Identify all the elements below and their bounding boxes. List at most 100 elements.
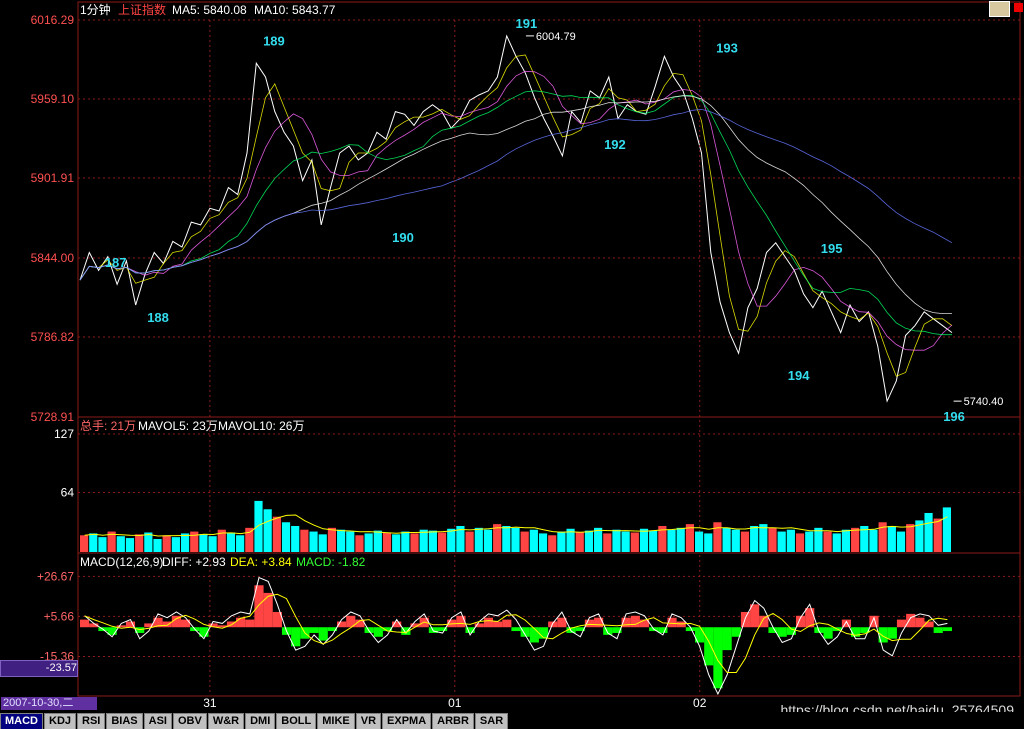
volume-bar [337,529,346,552]
annotation-5740.40: 5740.40 [964,396,1004,408]
date-label: 2007-10-30,二 [1,697,97,710]
wave-label-194: 194 [788,368,810,383]
wave-label-195: 195 [821,241,843,256]
volume-bar [511,527,520,552]
volume-bar [410,533,419,552]
ma5-line [79,54,953,377]
macd-bar [318,627,328,641]
volume-bar [318,534,327,552]
volume-bar [309,531,318,552]
tab-vr[interactable]: VR [355,713,382,729]
macd-bar [887,627,897,639]
volume-bar [245,527,254,552]
volume-bar [355,535,364,552]
tab-wr[interactable]: W&R [207,713,245,729]
macd-bar [236,617,246,628]
ma10-line [79,70,953,351]
volume-bar [382,532,392,552]
tab-arbr[interactable]: ARBR [432,713,474,729]
macd-bar [456,615,466,628]
volume-bar [437,532,447,552]
macd-bar [630,615,640,628]
volume-bar [89,533,98,552]
ma60-line [79,95,952,314]
price-tick-label: 5728.91 [31,410,75,424]
volume-total: 总手: 21万 [80,419,136,433]
tab-rsi[interactable]: RSI [77,713,106,729]
volume-bar [226,532,236,552]
macd-bar [245,619,255,628]
volume-bar [327,527,337,552]
volume-bar [694,531,704,552]
macd-bar [529,627,539,643]
index-name: 上证指数 [118,2,166,17]
price-tick-label: 5959.10 [31,92,75,106]
volume-tick-label: 127 [54,427,74,441]
volume-bar [80,535,89,552]
macd-bar [777,627,787,637]
volume-bar [841,529,851,552]
indicator-tab-bar: MACD KDJ RSI BIAS ASI OBV W&R DMI BOLL M… [0,712,1024,729]
price-tick-label: 6016.29 [31,13,75,27]
tab-sar[interactable]: SAR [474,713,509,729]
tab-mike[interactable]: MIKE [317,713,355,729]
price-tick-label: 5901.91 [31,171,75,185]
volume-bar [603,533,612,552]
tab-dmi[interactable]: DMI [245,713,276,729]
volume-bar [98,537,107,552]
macd-bar [759,615,769,628]
annotation-6004.79: 6004.79 [536,31,576,43]
macd-bar [180,619,191,628]
macd-bar [750,604,760,628]
volume-bar [548,535,557,552]
tab-bias[interactable]: BIAS [106,713,143,729]
volume-bar [713,522,722,552]
volume-bar [364,533,373,552]
price-line [79,34,953,403]
ma20-line [79,90,952,336]
macd-bar [493,621,503,628]
volume-bar [851,527,860,552]
volume-bar [373,530,382,552]
macd-tick-label: +26.67 [37,569,74,583]
volume-bar [144,532,153,552]
volume-bar [942,507,951,552]
tab-boll[interactable]: BOLL [276,713,317,729]
macd-bar [722,627,732,651]
macd-bar [933,627,943,633]
volume-bar [171,537,180,552]
dea-line [84,593,948,673]
toolbar-icon[interactable] [989,1,1010,17]
tab-expma[interactable]: EXPMA [382,713,432,729]
ma5-label: MA5: 5840.08 [172,3,247,17]
volume-bar [419,529,428,552]
volume-bar [805,531,814,552]
tab-obv[interactable]: OBV [172,713,207,729]
stock-chart[interactable]: 1分钟 上证指数 MA5: 5840.08 MA10: 5843.77总手: 21万 M… [0,0,1024,729]
tab-macd[interactable]: MACD [0,713,43,729]
volume-bar [887,525,896,552]
volume-bar [704,533,713,552]
volume-bar [346,531,355,552]
mavol10-label: MAVOL10: 26万 [218,419,305,433]
volume-bar [428,530,437,552]
tab-asi[interactable]: ASI [143,713,172,729]
macd-bar [373,627,383,637]
volume-bar [933,518,942,552]
volume-bar [795,533,805,552]
close-square-icon[interactable] [1014,3,1023,12]
volume-bar [575,532,584,552]
volume-bar [392,534,401,552]
macd-bar [896,619,907,628]
volume-bar [236,535,245,552]
volume-bar [474,527,483,552]
macd-bar [502,619,512,628]
volume-bar [768,527,777,552]
macd-bar [483,617,494,628]
tab-kdj[interactable]: KDJ [44,713,77,729]
macd-bar [603,627,613,635]
volume-bar [896,531,906,552]
macd-bar [915,617,925,628]
ma10-label: MA10: 5843.77 [254,3,336,17]
volume-bar [401,531,410,552]
